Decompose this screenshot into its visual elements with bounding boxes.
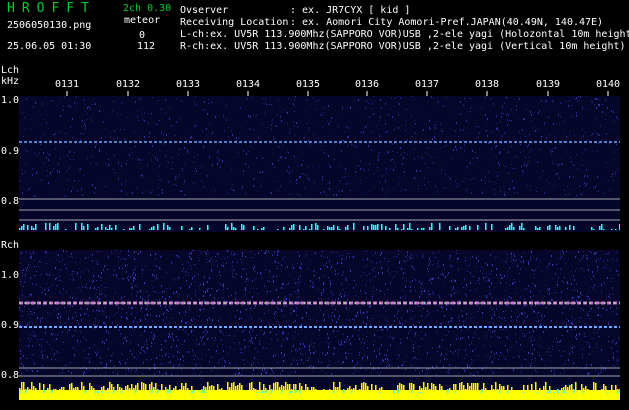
tick-marks bbox=[66, 91, 609, 96]
